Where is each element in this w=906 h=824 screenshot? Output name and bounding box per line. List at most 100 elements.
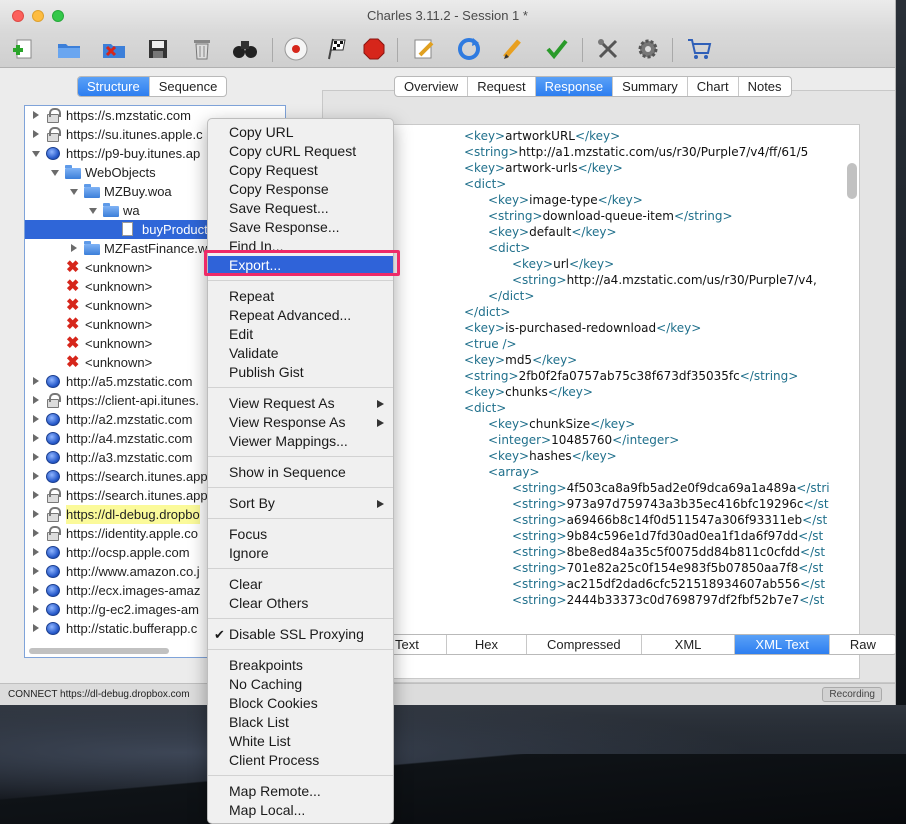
- disclosure-closed-icon[interactable]: [33, 396, 39, 404]
- disclosure-open-icon[interactable]: [32, 151, 40, 157]
- menu-item-label: View Response As: [229, 414, 346, 430]
- menu-item-view-response-as[interactable]: View Response As: [208, 413, 393, 432]
- menu-item-no-caching[interactable]: No Caching: [208, 675, 393, 694]
- menu-item-black-list[interactable]: Black List: [208, 713, 393, 732]
- binoculars-icon[interactable]: [230, 35, 260, 63]
- menu-item-white-list[interactable]: White List: [208, 732, 393, 751]
- failed-request-icon: ✖: [66, 278, 80, 295]
- disclosure-closed-icon[interactable]: [71, 244, 77, 252]
- menu-item-map-local[interactable]: Map Local...: [208, 801, 393, 820]
- menu-item-map-remote[interactable]: Map Remote...: [208, 782, 393, 801]
- open-session-icon[interactable]: [54, 35, 84, 63]
- tab-chart[interactable]: Chart: [688, 77, 739, 96]
- menu-item-repeat[interactable]: Repeat: [208, 287, 393, 306]
- disclosure-closed-icon[interactable]: [33, 415, 39, 423]
- menu-item-show-in-sequence[interactable]: Show in Sequence: [208, 463, 393, 482]
- disclosure-closed-icon[interactable]: [33, 624, 39, 632]
- menu-item-save-request[interactable]: Save Request...: [208, 199, 393, 218]
- menu-item-copy-url[interactable]: Copy URL: [208, 123, 393, 142]
- tab-response[interactable]: Response: [535, 77, 614, 96]
- context-menu: Copy URL Copy cURL Request Copy Request Cop…: [207, 118, 394, 824]
- close-session-icon[interactable]: [99, 35, 129, 63]
- disclosure-closed-icon[interactable]: [33, 130, 39, 138]
- document-icon: [122, 222, 133, 236]
- xml-vertical-scrollbar[interactable]: [847, 163, 857, 199]
- tab-hex[interactable]: Hex: [447, 635, 527, 654]
- tools-icon[interactable]: [593, 35, 623, 63]
- disclosure-closed-icon[interactable]: [33, 491, 39, 499]
- disclosure-closed-icon[interactable]: [33, 529, 39, 537]
- disclosure-closed-icon[interactable]: [33, 472, 39, 480]
- menu-item-ignore[interactable]: Ignore: [208, 544, 393, 563]
- menu-item-validate[interactable]: Validate: [208, 344, 393, 363]
- disclosure-closed-icon[interactable]: [33, 453, 39, 461]
- tab-summary[interactable]: Summary: [613, 77, 688, 96]
- tab-xml-text[interactable]: XML Text: [735, 635, 830, 654]
- lock-icon: [47, 488, 61, 503]
- tab-raw[interactable]: Raw: [830, 635, 895, 654]
- xml-line: <key>is-purchased-redownload</key>: [464, 321, 702, 335]
- disclosure-closed-icon[interactable]: [33, 510, 39, 518]
- breakpoint-stop-icon[interactable]: [359, 35, 389, 63]
- disclosure-open-icon[interactable]: [89, 208, 97, 214]
- trash-icon[interactable]: [187, 35, 217, 63]
- tree-row-label: https://su.itunes.apple.c: [66, 127, 203, 142]
- settings-gear-icon[interactable]: [633, 35, 663, 63]
- minimize-window-button[interactable]: [32, 10, 44, 22]
- tab-xml[interactable]: XML: [642, 635, 736, 654]
- tab-notes[interactable]: Notes: [739, 77, 791, 96]
- menu-item-viewer-mappings[interactable]: Viewer Mappings...: [208, 432, 393, 451]
- menu-item-copy-request[interactable]: Copy Request: [208, 161, 393, 180]
- tab-structure[interactable]: Structure: [78, 77, 150, 96]
- tree-row-label: http://ecx.images-amaz: [66, 583, 201, 598]
- menu-item-view-request-as[interactable]: View Request As: [208, 394, 393, 413]
- tree-row-label: <unknown>: [85, 317, 153, 332]
- tab-sequence[interactable]: Sequence: [150, 77, 227, 96]
- edit-request-icon[interactable]: [409, 35, 439, 63]
- menu-item-breakpoints[interactable]: Breakpoints: [208, 656, 393, 675]
- tree-horizontal-scrollbar[interactable]: [29, 648, 169, 654]
- menu-item-copy-response[interactable]: Copy Response: [208, 180, 393, 199]
- menu-item-label: Map Local...: [229, 802, 306, 818]
- menu-item-publish-gist[interactable]: Publish Gist: [208, 363, 393, 382]
- menu-item-copy-curl-request[interactable]: Copy cURL Request: [208, 142, 393, 161]
- status-bar: CONNECT https://dl-debug.dropbox.com Rec…: [0, 683, 895, 705]
- recording-indicator[interactable]: Recording: [822, 687, 882, 702]
- disclosure-closed-icon[interactable]: [33, 111, 39, 119]
- menu-item-focus[interactable]: Focus: [208, 525, 393, 544]
- throttle-flag-icon[interactable]: [322, 35, 352, 63]
- disclosure-closed-icon[interactable]: [33, 548, 39, 556]
- disclosure-closed-icon[interactable]: [33, 605, 39, 613]
- zoom-window-button[interactable]: [52, 10, 64, 22]
- repeat-icon[interactable]: [454, 35, 484, 63]
- menu-item-clear[interactable]: Clear: [208, 575, 393, 594]
- menu-item-block-cookies[interactable]: Block Cookies: [208, 694, 393, 713]
- validate-check-icon[interactable]: [542, 35, 572, 63]
- disclosure-open-icon[interactable]: [70, 189, 78, 195]
- tab-request[interactable]: Request: [468, 77, 536, 96]
- tab-compressed[interactable]: Compressed: [527, 635, 642, 654]
- response-xml-viewer[interactable]: <key>artworkURL</key> <string>http://a1.m…: [338, 124, 860, 679]
- menu-item-repeat-advanced[interactable]: Repeat Advanced...: [208, 306, 393, 325]
- disclosure-closed-icon[interactable]: [33, 567, 39, 575]
- disclosure-open-icon[interactable]: [51, 170, 59, 176]
- menu-item-label: Save Request...: [229, 200, 329, 216]
- menu-item-edit[interactable]: Edit: [208, 325, 393, 344]
- record-icon[interactable]: [281, 35, 311, 63]
- menu-item-disable-ssl-proxying[interactable]: ✔ Disable SSL Proxying: [208, 625, 393, 644]
- close-window-button[interactable]: [12, 10, 24, 22]
- menu-item-sort-by[interactable]: Sort By: [208, 494, 393, 513]
- shopping-cart-icon[interactable]: [684, 35, 714, 63]
- menu-item-save-response[interactable]: Save Response...: [208, 218, 393, 237]
- save-icon[interactable]: [143, 35, 173, 63]
- disclosure-closed-icon[interactable]: [33, 434, 39, 442]
- new-session-icon[interactable]: [8, 35, 38, 63]
- menu-item-label: Copy cURL Request: [229, 143, 357, 159]
- tab-overview[interactable]: Overview: [395, 77, 469, 96]
- disclosure-closed-icon[interactable]: [33, 377, 39, 385]
- disclosure-closed-icon[interactable]: [33, 586, 39, 594]
- menu-item-client-process[interactable]: Client Process: [208, 751, 393, 770]
- menu-item-clear-others[interactable]: Clear Others: [208, 594, 393, 613]
- pencil-icon[interactable]: [498, 35, 528, 63]
- tree-row-label: <unknown>: [85, 260, 153, 275]
